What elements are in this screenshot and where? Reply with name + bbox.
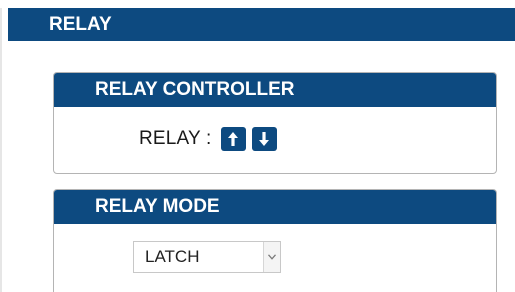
relay-mode-panel: RELAY MODE LATCH (53, 189, 497, 292)
chevron-down-icon[interactable] (263, 242, 280, 272)
relay-controls: RELAY : (139, 127, 283, 151)
relay-mode-title: RELAY MODE (54, 190, 496, 224)
left-border (0, 8, 8, 292)
relay-page: RELAY RELAY CONTROLLER RELAY : RELAY MOD… (0, 0, 515, 292)
relay-controller-title: RELAY CONTROLLER (54, 73, 496, 107)
relay-mode-selected-value: LATCH (145, 247, 200, 266)
relay-down-button[interactable] (251, 127, 277, 151)
arrow-up-icon (228, 132, 239, 146)
page-title: RELAY (8, 8, 515, 41)
relay-label: RELAY : (139, 128, 212, 149)
content-area: RELAY CONTROLLER RELAY : RELAY MODE LATC (8, 41, 515, 292)
relay-mode-select[interactable]: LATCH (133, 241, 281, 273)
arrow-down-icon (259, 132, 270, 146)
relay-up-button[interactable] (220, 127, 246, 151)
relay-controller-panel: RELAY CONTROLLER RELAY : (53, 72, 497, 174)
